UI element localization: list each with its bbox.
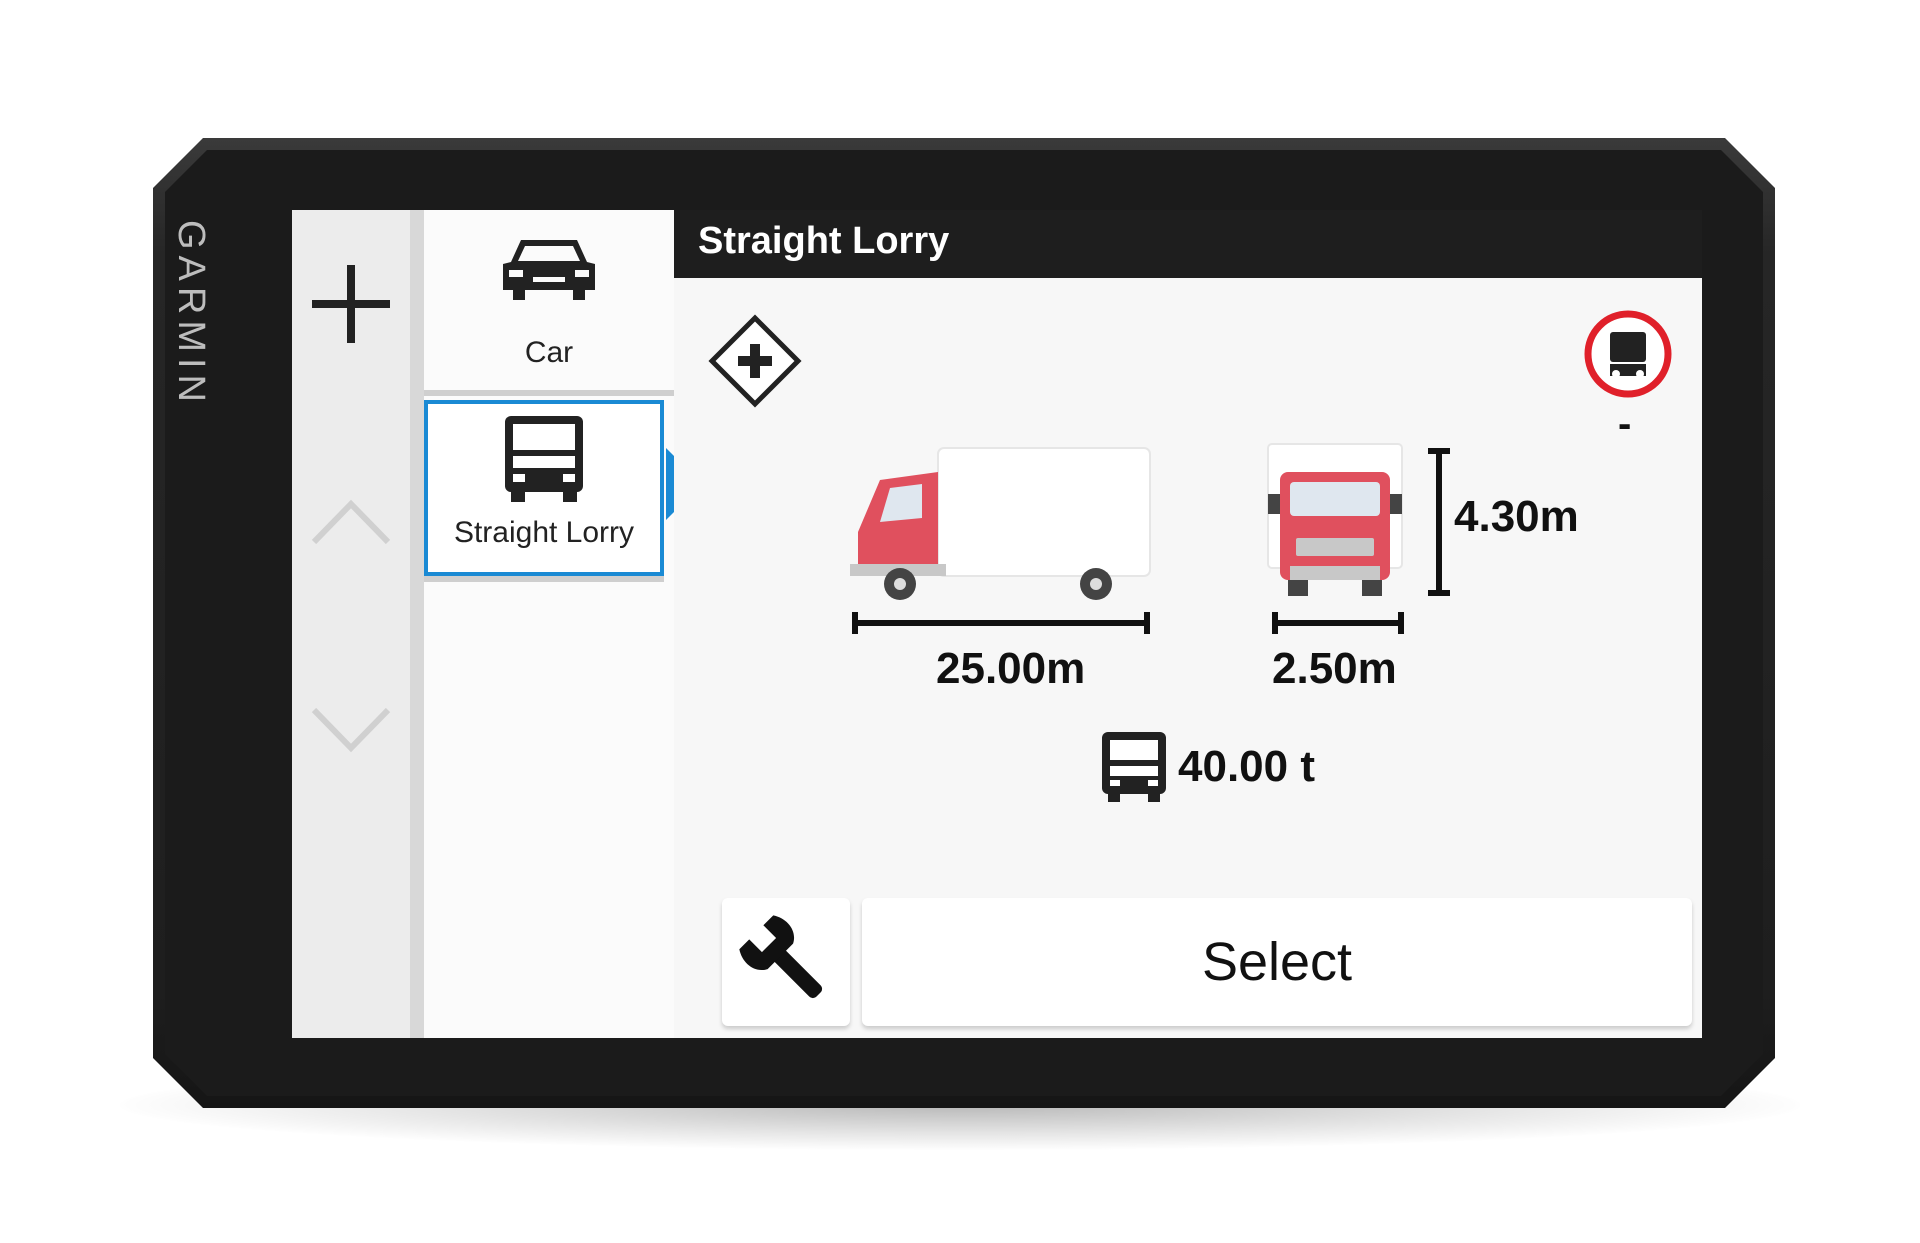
chevron-down-icon (311, 707, 391, 753)
height-dimension-line (1428, 448, 1450, 596)
car-icon (503, 240, 595, 300)
weight-value: 40.00 t (1178, 742, 1315, 791)
page-title: Straight Lorry (698, 220, 950, 262)
add-profile-button[interactable] (292, 244, 410, 364)
lorry-front-view-icon (1267, 443, 1403, 596)
profile-item-straight-lorry[interactable]: Straight Lorry (424, 400, 664, 576)
profile-label: Car (524, 336, 574, 369)
weight-lorry-icon (1102, 732, 1166, 802)
column-divider (410, 210, 424, 1038)
length-value: 25.00m (936, 644, 1086, 693)
vehicle-settings-button[interactable] (722, 898, 850, 1026)
length-dimension-line (852, 612, 1150, 634)
width-value: 2.50m (1272, 644, 1397, 693)
chevron-up-icon (311, 499, 391, 545)
add-hazmat-button[interactable] (708, 314, 802, 413)
header-bar: Straight Lorry (674, 210, 1702, 278)
scroll-up-button[interactable] (292, 462, 410, 582)
lorry-side-view-icon (850, 447, 1151, 600)
scroll-down-button[interactable] (292, 670, 410, 790)
brand-logo: GARMIN (170, 220, 212, 408)
select-button-label: Select (1201, 932, 1353, 992)
no-trailer-sign-icon (1584, 310, 1672, 398)
axle-restriction-sign[interactable] (1582, 308, 1674, 405)
lorry-icon (505, 416, 583, 502)
selection-underline (424, 576, 664, 582)
height-value: 4.30m (1454, 492, 1579, 541)
wrench-icon (739, 915, 823, 999)
profile-label: Straight Lorry (453, 516, 635, 549)
axle-restriction-value: - (1618, 402, 1632, 446)
select-button[interactable]: Select (862, 898, 1692, 1026)
plus-icon (312, 265, 390, 343)
width-dimension-line (1272, 612, 1404, 634)
screen: Car Straight Lorry Straight Lorry - 25.0… (292, 210, 1702, 1038)
profile-item-car[interactable]: Car (424, 210, 674, 396)
diamond-plus-icon (708, 314, 802, 408)
control-column (292, 210, 411, 1038)
vehicle-profile-list: Car Straight Lorry (424, 210, 674, 1038)
